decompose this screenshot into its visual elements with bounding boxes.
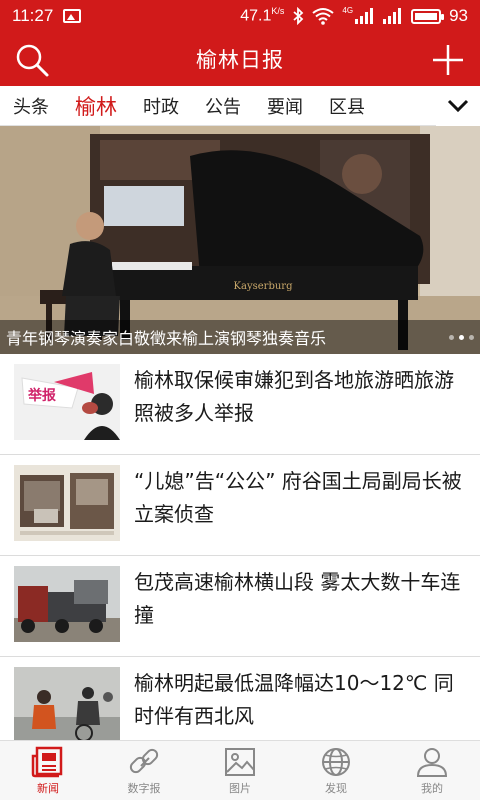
tab-headlines[interactable]: 头条 xyxy=(0,93,62,119)
news-thumbnail: 举报 xyxy=(14,364,120,440)
nav-label: 新闻 xyxy=(37,781,59,795)
add-channel-button[interactable] xyxy=(430,42,466,78)
app-header: 榆林日报 xyxy=(0,32,480,86)
status-bar: 11:27 47.1K/s 4G 93 xyxy=(0,0,480,32)
nav-news[interactable]: 新闻 xyxy=(0,741,96,800)
bluetooth-icon xyxy=(293,7,304,25)
news-thumbnail xyxy=(14,667,120,740)
featured-banner[interactable]: Kayserburg 青年钢琴演奏家白敬徵来榆上演钢琴独奏音乐 xyxy=(0,126,480,354)
chevron-down-icon xyxy=(447,99,469,113)
nav-label: 图片 xyxy=(229,781,251,795)
wifi-icon xyxy=(312,8,335,25)
link-icon xyxy=(129,748,159,773)
banner-caption-bar: 青年钢琴演奏家白敬徵来榆上演钢琴独奏音乐 xyxy=(0,320,480,354)
status-indicators: 47.1K/s 4G 93 xyxy=(240,6,468,26)
signal-icon-1 xyxy=(355,8,374,24)
banner-pagination xyxy=(449,335,474,340)
nav-digital-paper[interactable]: 数字报 xyxy=(96,741,192,800)
plus-icon xyxy=(433,45,463,75)
nav-pictures[interactable]: 图片 xyxy=(192,741,288,800)
search-icon xyxy=(16,44,49,77)
bottom-nav: 新闻 数字报 图片 发现 我的 xyxy=(0,740,480,800)
news-headline: “儿媳”告“公公” 府谷国土局副局长被立案侦查 xyxy=(134,469,462,526)
tab-yulin[interactable]: 榆林 xyxy=(62,91,130,121)
gallery-notification-icon xyxy=(63,9,82,23)
battery-fill xyxy=(415,12,438,20)
news-headline: 榆林取保候审嫌犯到各地旅游晒旅游照被多人举报 xyxy=(134,368,454,425)
image-icon xyxy=(225,747,255,776)
globe-icon xyxy=(322,747,350,776)
list-item[interactable]: 包茂高速榆林横山段 雾太大数十车连撞 xyxy=(0,556,480,657)
news-headline: 包茂高速榆林横山段 雾太大数十车连撞 xyxy=(134,570,461,627)
pagination-dot-active[interactable] xyxy=(459,335,464,340)
news-thumbnail xyxy=(14,465,120,541)
tab-counties[interactable]: 区县 xyxy=(316,93,378,119)
tab-politics[interactable]: 时政 xyxy=(130,93,192,119)
news-headline: 榆林明起最低温降幅达10～12℃ 同时伴有西北风 xyxy=(134,671,454,728)
status-time: 11:27 xyxy=(12,6,54,25)
signal-icon-2 xyxy=(383,8,402,24)
banner-caption: 青年钢琴演奏家白敬徵来榆上演钢琴独奏音乐 xyxy=(6,329,327,348)
list-item[interactable]: “儿媳”告“公公” 府谷国土局副局长被立案侦查 xyxy=(0,455,480,556)
pagination-dot[interactable] xyxy=(469,335,474,340)
tab-major-news[interactable]: 要闻 xyxy=(254,93,316,119)
pagination-dot[interactable] xyxy=(449,335,454,340)
network-speed-unit: K/s xyxy=(271,6,285,17)
news-thumbnail xyxy=(14,566,120,642)
expand-channels-button[interactable] xyxy=(436,86,480,126)
person-icon xyxy=(416,747,448,777)
nav-label: 发现 xyxy=(325,781,347,795)
network-speed: 47.1K/s xyxy=(240,6,285,25)
piano-brand-text: Kayserburg xyxy=(234,281,294,292)
channel-tabs: 头条 榆林 时政 公告 要闻 区县 xyxy=(0,86,480,126)
battery-icon xyxy=(411,8,445,24)
nav-label: 数字报 xyxy=(127,781,161,795)
newspaper-icon xyxy=(31,746,63,777)
thumb-label: 举报 xyxy=(27,387,56,404)
nav-label: 我的 xyxy=(421,781,443,795)
list-item[interactable]: 榆林明起最低温降幅达10～12℃ 同时伴有西北风 xyxy=(0,657,480,740)
network-type: 4G xyxy=(342,5,354,15)
list-item[interactable]: 举报 榆林取保候审嫌犯到各地旅游晒旅游照被多人举报 xyxy=(0,354,480,455)
tab-notices[interactable]: 公告 xyxy=(192,93,254,119)
app-title: 榆林日报 xyxy=(196,48,284,72)
search-button[interactable] xyxy=(14,42,50,78)
battery-level: 93 xyxy=(449,6,468,25)
news-list: 举报 榆林取保候审嫌犯到各地旅游晒旅游照被多人举报 “儿媳”告“公公” 府谷国土… xyxy=(0,354,480,740)
nav-profile[interactable]: 我的 xyxy=(384,741,480,800)
nav-discover[interactable]: 发现 xyxy=(288,741,384,800)
